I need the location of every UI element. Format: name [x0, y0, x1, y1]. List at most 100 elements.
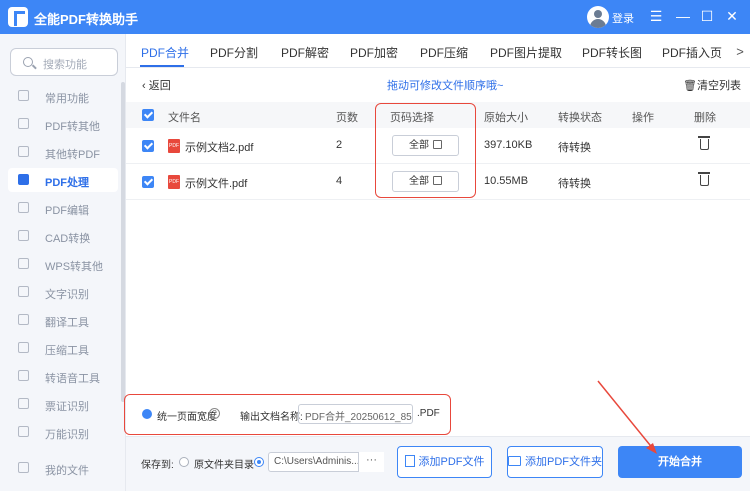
sidebar-item-common[interactable]: 常用功能 — [8, 84, 118, 108]
header-status: 转换状态 — [558, 112, 602, 124]
start-merge-button[interactable]: 开始合并 — [618, 446, 742, 478]
sidebar-item-my-files[interactable]: 我的文件 — [8, 456, 118, 480]
app-title: 全能PDF转换助手 — [34, 12, 139, 27]
browse-path-button[interactable]: ··· — [358, 452, 384, 472]
tab-pdf-merge[interactable]: PDF合并 — [141, 44, 189, 61]
file-name: 示例文件.pdf — [185, 178, 248, 190]
translate-icon — [18, 314, 29, 325]
output-name-field[interactable]: PDF合并_20250612_851... — [298, 404, 413, 424]
page-select-highlight — [375, 103, 476, 198]
unify-width-label: 统一页面宽度 — [157, 412, 217, 423]
sidebar-item-label: 常用功能 — [45, 93, 89, 105]
row-checkbox[interactable] — [142, 140, 154, 152]
clear-list-label: 清空列表 — [696, 80, 741, 92]
sidebar-item-tts[interactable]: 转语音工具 — [8, 364, 118, 388]
tab-pdf-insert-page[interactable]: PDF插入页 — [662, 44, 722, 61]
sidebar-item-wps[interactable]: WPS转其他 — [8, 252, 118, 276]
close-button[interactable]: ✕ — [722, 6, 742, 26]
compress-icon — [18, 342, 29, 353]
tabs-next-button[interactable]: > — [730, 42, 750, 62]
minimize-button[interactable]: — — [673, 6, 693, 26]
avatar[interactable] — [587, 6, 609, 28]
file-name: 示例文档2.pdf — [185, 142, 254, 154]
row-checkbox[interactable] — [142, 176, 154, 188]
app-logo-icon — [8, 7, 28, 27]
sidebar-item-label: 文字识别 — [45, 289, 89, 301]
sidebar-item-label: 万能识别 — [45, 429, 89, 441]
sidebar-item-label: PDF编辑 — [45, 205, 89, 217]
sidebar-item-label: 转语音工具 — [45, 373, 100, 385]
back-label: 返回 — [148, 80, 171, 92]
header-filename: 文件名 — [168, 112, 201, 124]
login-link[interactable]: 登录 — [612, 10, 634, 26]
output-extension: .PDF — [417, 408, 440, 419]
pdf-file-icon: PDF — [168, 139, 180, 153]
sidebar-item-pdf-edit[interactable]: PDF编辑 — [8, 196, 118, 220]
star-icon — [18, 90, 29, 101]
tab-pdf-split[interactable]: PDF分割 — [210, 44, 258, 61]
edit-icon — [18, 202, 29, 213]
sidebar-item-ocr[interactable]: 文字识别 — [8, 280, 118, 304]
sidebar-item-other-to-pdf[interactable]: 其他转PDF — [8, 140, 118, 164]
sidebar-item-label: 压缩工具 — [45, 345, 89, 357]
sidebar-scrollbar[interactable] — [121, 82, 125, 402]
sidebar-item-label: 翻译工具 — [45, 317, 89, 329]
sidebar-item-label: CAD转换 — [45, 233, 91, 245]
back-button[interactable]: ‹ 返回 — [142, 77, 171, 93]
tab-pdf-long-image[interactable]: PDF转长图 — [582, 44, 642, 61]
pdf-convert-icon — [18, 118, 29, 129]
help-icon[interactable]: ? — [209, 408, 220, 419]
custom-path-radio[interactable] — [254, 457, 264, 467]
search-icon — [23, 57, 33, 67]
page-count: 2 — [336, 139, 343, 151]
sidebar-item-pdf-to-other[interactable]: PDF转其他 — [8, 112, 118, 136]
search-input[interactable]: 搜索功能 — [10, 48, 118, 76]
drag-hint: 拖动可修改文件顺序哦~ — [387, 80, 504, 92]
header-delete: 删除 — [694, 112, 716, 124]
pdf-process-icon — [18, 174, 29, 185]
add-pdf-folder-button[interactable]: 添加PDF文件夹 — [507, 446, 603, 478]
active-tab-indicator — [140, 65, 184, 67]
menu-icon[interactable]: ☰ — [646, 6, 666, 26]
folder-icon — [18, 462, 29, 473]
sidebar-item-label: PDF处理 — [45, 177, 89, 189]
sidebar-item-cad[interactable]: CAD转换 — [8, 224, 118, 248]
save-to-label: 保存到: — [141, 460, 174, 471]
file-size: 10.55MB — [484, 175, 529, 187]
sidebar-item-label: WPS转其他 — [45, 261, 104, 273]
clear-list-button[interactable]: 🗑清空列表 — [683, 77, 741, 93]
search-placeholder: 搜索功能 — [43, 59, 87, 71]
add-pdf-file-label: 添加PDF文件 — [418, 456, 485, 468]
delete-icon[interactable] — [698, 172, 710, 186]
ticket-icon — [18, 398, 29, 409]
maximize-button[interactable]: ☐ — [697, 6, 717, 26]
folder-icon — [508, 456, 521, 466]
add-pdf-folder-label: 添加PDF文件夹 — [525, 456, 602, 468]
add-pdf-file-button[interactable]: 添加PDF文件 — [397, 446, 492, 478]
tab-pdf-decrypt[interactable]: PDF解密 — [281, 44, 329, 61]
header-size: 原始大小 — [484, 112, 528, 124]
unify-width-checkbox[interactable] — [142, 409, 152, 419]
select-all-checkbox[interactable] — [142, 109, 154, 121]
source-dir-radio[interactable] — [179, 457, 189, 467]
sidebar-item-translate[interactable]: 翻译工具 — [8, 308, 118, 332]
sidebar-item-compress[interactable]: 压缩工具 — [8, 336, 118, 360]
sidebar-item-ticket[interactable]: 票证识别 — [8, 392, 118, 416]
delete-icon[interactable] — [698, 136, 710, 150]
speaker-icon — [18, 370, 29, 381]
sidebar-item-label: PDF转其他 — [45, 121, 100, 133]
sidebar-item-universal[interactable]: 万能识别 — [8, 420, 118, 444]
tab-pdf-encrypt[interactable]: PDF加密 — [350, 44, 398, 61]
cad-icon — [18, 230, 29, 241]
source-dir-label: 原文件夹目录 — [194, 460, 254, 471]
trash-icon: 🗑 — [683, 80, 697, 92]
tab-pdf-compress[interactable]: PDF压缩 — [420, 44, 468, 61]
header-action: 操作 — [632, 112, 654, 124]
wps-icon — [18, 258, 29, 269]
tab-pdf-image-extract[interactable]: PDF图片提取 — [490, 44, 562, 61]
ocr-icon — [18, 286, 29, 297]
sidebar-item-pdf-process[interactable]: PDF处理 — [8, 168, 118, 192]
title-bar: 全能PDF转换助手 登录 ☰ — ☐ ✕ — [0, 0, 750, 34]
page-count: 4 — [336, 175, 343, 187]
sidebar-item-label: 票证识别 — [45, 401, 89, 413]
